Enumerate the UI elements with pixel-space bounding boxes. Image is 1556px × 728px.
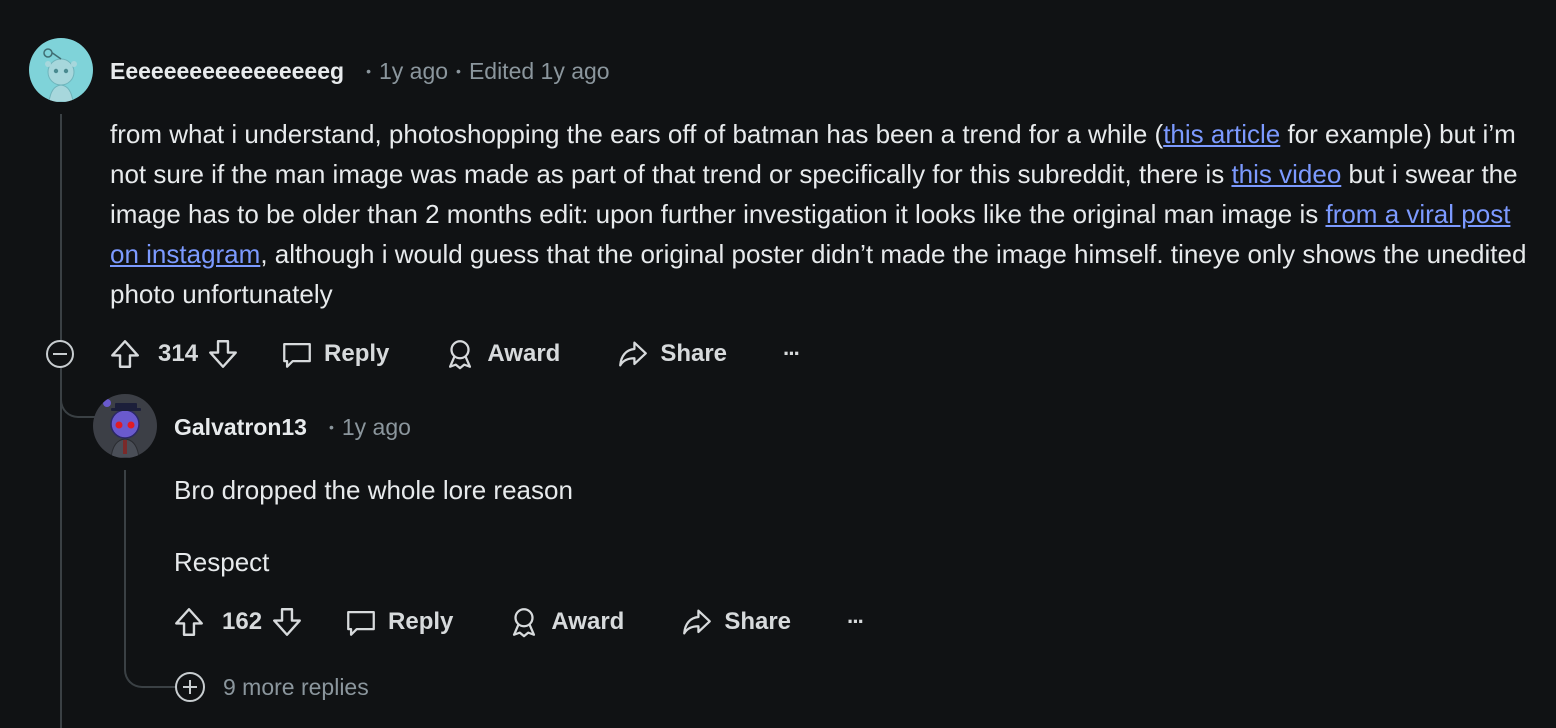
share-arrow-icon — [619, 341, 648, 367]
award-icon — [513, 608, 536, 638]
reply-button[interactable]: Reply — [280, 337, 389, 371]
avatar[interactable] — [93, 394, 157, 458]
plus-icon — [183, 680, 197, 694]
separator-dot: • — [456, 63, 461, 79]
share-button[interactable]: Share — [616, 337, 727, 371]
avatar[interactable] — [29, 38, 93, 102]
minus-icon — [53, 353, 67, 355]
more-options-icon: ··· — [847, 609, 865, 634]
username[interactable]: Eeeeeeeeeeeeeeeeeg — [110, 58, 344, 85]
comment-meta: Galvatron13 • 1y ago — [174, 412, 411, 442]
thread-line-main — [60, 114, 62, 728]
timestamp: 1y ago — [378, 57, 449, 84]
comment-bubble-icon — [347, 610, 375, 636]
timestamp: 1y ago — [341, 413, 411, 440]
award-button[interactable]: Award — [443, 337, 560, 371]
link-this-video[interactable]: this video — [1231, 159, 1341, 189]
award-icon — [449, 340, 472, 370]
comment-text: Bro dropped the whole lore reason — [174, 475, 573, 505]
upvote-button[interactable] — [172, 605, 206, 639]
share-button[interactable]: Share — [680, 605, 791, 639]
comment-actions: 162 Reply Award Share ··· — [172, 602, 865, 642]
link-this-article[interactable]: this article — [1163, 119, 1280, 149]
comment-bubble-icon — [283, 342, 311, 368]
more-options-icon: ··· — [783, 341, 801, 366]
reply-label: Reply — [324, 340, 390, 367]
vote-count: 162 — [222, 608, 263, 635]
downvote-button[interactable] — [206, 337, 240, 371]
separator-dot: • — [328, 419, 334, 435]
downvote-button[interactable] — [270, 605, 304, 639]
expand-plus-icon — [175, 672, 205, 702]
reply-label: Reply — [388, 608, 454, 635]
reply-button[interactable]: Reply — [344, 605, 453, 639]
comment-body: Bro dropped the whole lore reason Respec… — [174, 470, 1474, 582]
comment-text: , although i would guess that the origin… — [110, 239, 1527, 309]
share-label: Share — [724, 608, 792, 635]
snoo-avatar-icon — [43, 48, 77, 102]
vote-count: 314 — [158, 340, 199, 367]
upvote-arrow-icon — [111, 340, 139, 368]
award-label: Award — [487, 340, 561, 367]
more-replies-button[interactable]: 9 more replies — [175, 671, 369, 703]
separator-dot: • — [366, 63, 371, 79]
comment-body: from what i understand, photoshopping th… — [110, 114, 1530, 314]
more-options-button[interactable]: ··· — [847, 609, 865, 635]
more-options-button[interactable]: ··· — [783, 341, 801, 367]
thread-line-nested — [124, 470, 126, 660]
downvote-arrow-icon — [209, 340, 238, 368]
upvote-arrow-icon — [175, 608, 203, 636]
share-arrow-icon — [683, 609, 712, 635]
upvote-button[interactable] — [108, 337, 142, 371]
comment-text: Respect — [174, 547, 270, 577]
award-button[interactable]: Award — [507, 605, 624, 639]
thread-connector-1 — [60, 380, 98, 418]
more-replies-label: 9 more replies — [223, 673, 369, 700]
downvote-arrow-icon — [273, 608, 302, 636]
comment-actions: 314 Reply Award Share ··· — [108, 334, 801, 374]
username[interactable]: Galvatron13 — [174, 414, 307, 441]
award-label: Award — [551, 608, 625, 635]
comment-meta: Eeeeeeeeeeeeeeeeeg • 1y ago • Edited 1y … — [110, 56, 610, 86]
edited-label: Edited 1y ago — [468, 57, 610, 84]
thread-connector-2 — [124, 650, 178, 688]
snoo-avatar-icon — [103, 399, 141, 458]
comment-text: from what i understand, photoshopping th… — [110, 119, 1164, 149]
collapse-thread-button[interactable] — [46, 340, 74, 368]
share-label: Share — [660, 340, 728, 367]
